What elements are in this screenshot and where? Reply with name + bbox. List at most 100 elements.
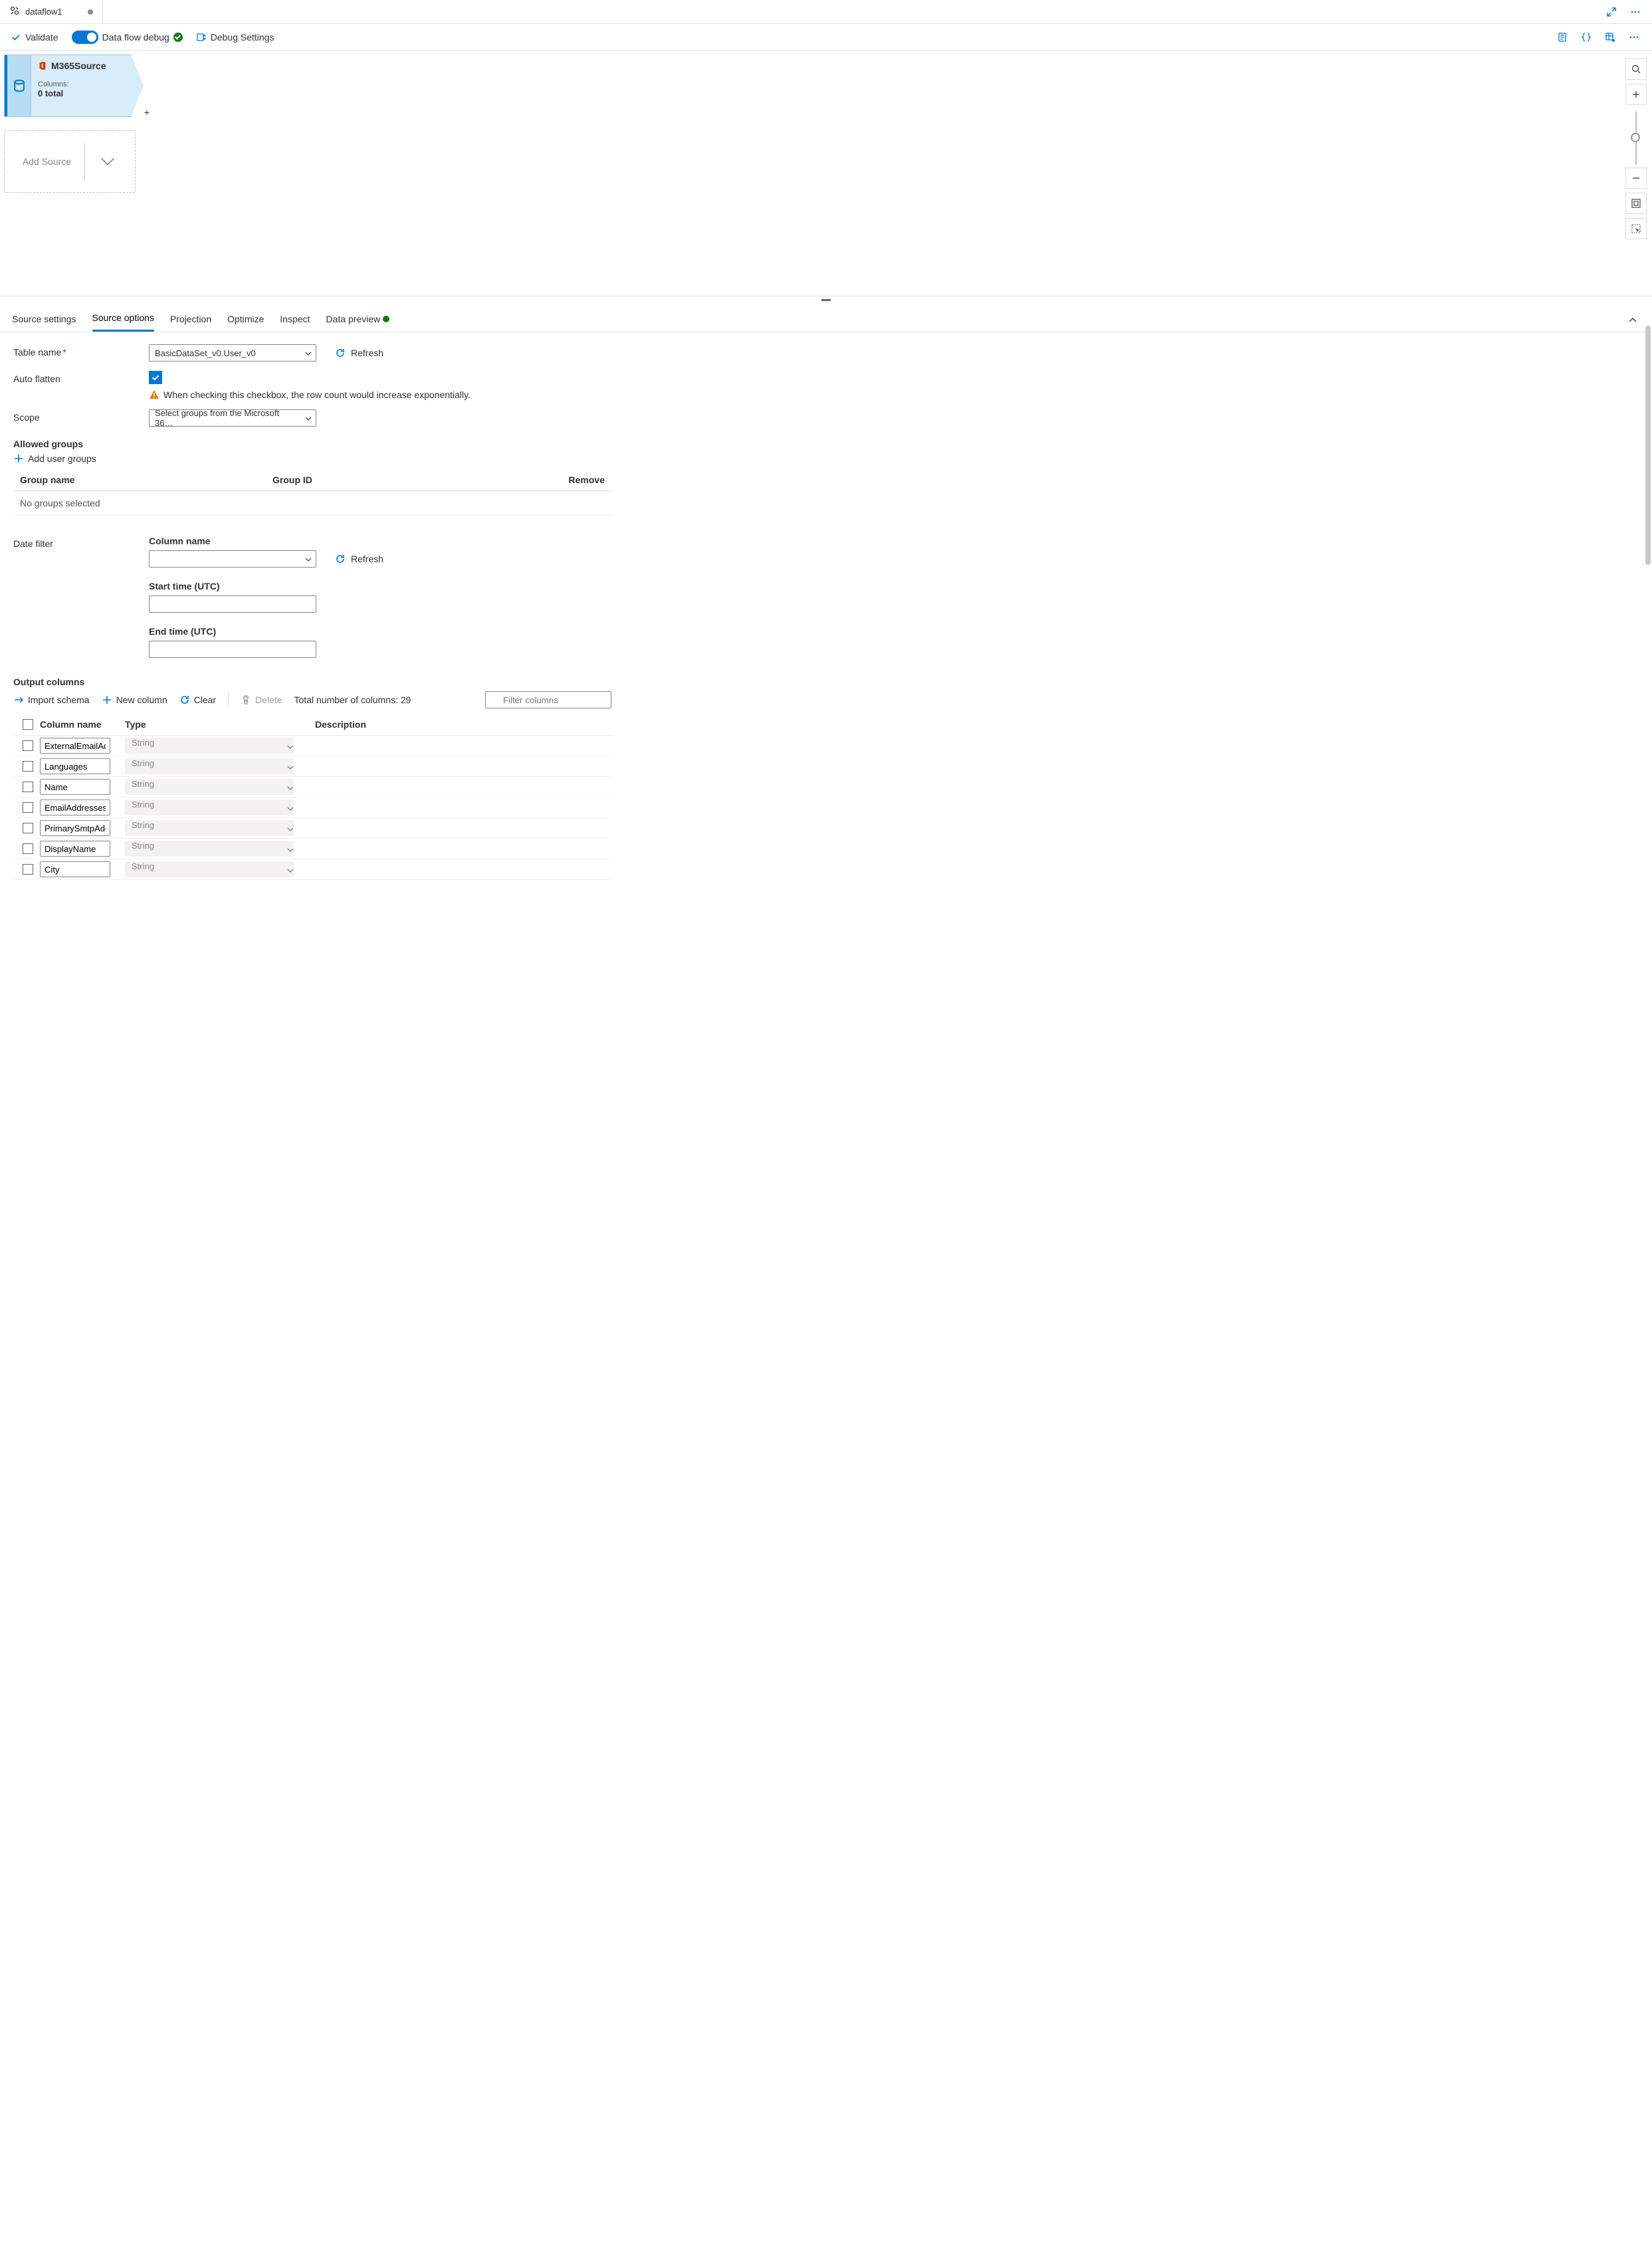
row-checkbox[interactable] bbox=[23, 843, 33, 854]
zoom-in-button[interactable] bbox=[1625, 84, 1647, 105]
row-checkbox[interactable] bbox=[23, 740, 33, 751]
source-columns-count: 0 total bbox=[38, 88, 124, 98]
column-type-select[interactable]: String bbox=[125, 779, 294, 795]
row-checkbox[interactable] bbox=[23, 761, 33, 772]
notes-icon[interactable] bbox=[1555, 30, 1570, 45]
refresh-columns-button[interactable]: Refresh bbox=[335, 554, 383, 564]
chevron-down-icon bbox=[287, 764, 294, 771]
office-icon bbox=[38, 61, 47, 70]
row-checkbox[interactable] bbox=[23, 864, 33, 875]
tab-bar: dataflow1 bbox=[0, 0, 1652, 24]
add-source-label: Add Source bbox=[23, 156, 71, 167]
end-time-label: End time (UTC) bbox=[149, 626, 383, 637]
panel-tabs: Source settings Source options Projectio… bbox=[0, 303, 1652, 332]
add-step-icon[interactable]: + bbox=[144, 107, 150, 118]
tab-source-options[interactable]: Source options bbox=[92, 308, 154, 332]
add-user-groups-button[interactable]: Add user groups bbox=[13, 453, 96, 464]
tab-source-settings[interactable]: Source settings bbox=[12, 310, 76, 331]
column-name-input[interactable] bbox=[40, 800, 110, 815]
panel-drag-handle[interactable] bbox=[0, 296, 1652, 303]
canvas-tools bbox=[1625, 58, 1647, 243]
row-checkbox[interactable] bbox=[23, 802, 33, 813]
scope-label: Scope bbox=[13, 409, 149, 423]
dirty-indicator-icon bbox=[88, 9, 93, 15]
source-columns-label: Columns: bbox=[38, 80, 124, 88]
refresh-table-button[interactable]: Refresh bbox=[335, 348, 383, 358]
clear-button[interactable]: Clear bbox=[179, 695, 216, 705]
column-type-select[interactable]: String bbox=[125, 758, 294, 774]
column-name-input[interactable] bbox=[40, 841, 110, 857]
auto-flatten-label: Auto flatten bbox=[13, 371, 149, 384]
source-node-handle bbox=[5, 55, 31, 116]
tab-optimize[interactable]: Optimize bbox=[227, 310, 264, 331]
zoom-slider[interactable] bbox=[1635, 112, 1637, 165]
scope-select[interactable]: Select groups from the Microsoft 36… bbox=[149, 409, 316, 427]
debug-settings-label: Debug Settings bbox=[211, 32, 274, 43]
canvas[interactable]: M365Source Columns: 0 total + Add Source bbox=[0, 51, 1652, 296]
table-name-select[interactable]: BasicDataSet_v0.User_v0 bbox=[149, 344, 316, 362]
chevron-down-icon bbox=[287, 805, 294, 812]
column-name-input[interactable] bbox=[40, 861, 110, 877]
select-all-checkbox[interactable] bbox=[23, 719, 33, 730]
expand-icon[interactable] bbox=[1604, 5, 1619, 19]
collapse-panel-icon[interactable] bbox=[1625, 313, 1640, 328]
row-checkbox[interactable] bbox=[23, 782, 33, 792]
date-filter-column-select[interactable] bbox=[149, 550, 316, 568]
debug-toggle[interactable]: Data flow debug bbox=[72, 31, 183, 44]
column-name-input[interactable] bbox=[40, 758, 110, 774]
zoom-out-button[interactable] bbox=[1625, 167, 1647, 189]
auto-flatten-warning: When checking this checkbox, the row cou… bbox=[163, 389, 470, 400]
add-source-button[interactable]: Add Source bbox=[4, 130, 136, 193]
warning-icon bbox=[149, 389, 159, 400]
tab-data-preview[interactable]: Data preview bbox=[326, 310, 390, 331]
preview-status-icon bbox=[383, 316, 389, 322]
more-icon[interactable] bbox=[1628, 5, 1643, 19]
group-id-header: Group ID bbox=[272, 475, 552, 485]
tab-inspect[interactable]: Inspect bbox=[280, 310, 310, 331]
start-time-label: Start time (UTC) bbox=[149, 581, 383, 591]
end-time-input[interactable] bbox=[149, 641, 316, 658]
column-type-select[interactable]: String bbox=[125, 861, 294, 877]
chevron-down-icon bbox=[287, 867, 294, 874]
table-row: String bbox=[13, 777, 611, 798]
column-name-input[interactable] bbox=[40, 820, 110, 836]
tab-dataflow1[interactable]: dataflow1 bbox=[0, 0, 103, 23]
chevron-down-icon bbox=[287, 785, 294, 792]
source-node[interactable]: M365Source Columns: 0 total + bbox=[4, 54, 132, 117]
table-name-label: Table name bbox=[13, 347, 61, 358]
dataflow-icon bbox=[9, 5, 20, 18]
remove-header: Remove bbox=[552, 475, 605, 485]
delete-button: Delete bbox=[241, 695, 282, 705]
scrollbar[interactable] bbox=[1645, 326, 1651, 565]
row-checkbox[interactable] bbox=[23, 823, 33, 833]
table-row: String bbox=[13, 798, 611, 818]
validate-label: Validate bbox=[25, 32, 58, 43]
table-row: String bbox=[13, 736, 611, 756]
new-column-button[interactable]: New column bbox=[102, 695, 167, 705]
start-time-input[interactable] bbox=[149, 595, 316, 613]
output-columns-toolbar: Import schema New column Clear Delete To… bbox=[13, 691, 611, 708]
column-type-select[interactable]: String bbox=[125, 800, 294, 815]
chevron-down-icon bbox=[305, 350, 312, 357]
chevron-down-icon bbox=[305, 415, 312, 422]
search-canvas-button[interactable] bbox=[1625, 58, 1647, 80]
column-name-input[interactable] bbox=[40, 779, 110, 795]
data-icon[interactable] bbox=[1603, 30, 1617, 45]
source-node-title: M365Source bbox=[51, 60, 106, 71]
chevron-down-icon bbox=[287, 847, 294, 853]
import-schema-button[interactable]: Import schema bbox=[13, 695, 90, 705]
debug-settings-button[interactable]: Debug Settings bbox=[196, 32, 274, 43]
more-toolbar-icon[interactable] bbox=[1627, 30, 1641, 45]
fit-screen-button[interactable] bbox=[1625, 193, 1647, 214]
column-type-select[interactable]: String bbox=[125, 738, 294, 754]
auto-flatten-checkbox[interactable] bbox=[149, 371, 162, 384]
filter-columns-input[interactable] bbox=[485, 691, 611, 708]
tab-projection[interactable]: Projection bbox=[170, 310, 211, 331]
select-mode-button[interactable] bbox=[1625, 218, 1647, 239]
column-type-select[interactable]: String bbox=[125, 820, 294, 836]
column-name-input[interactable] bbox=[40, 738, 110, 754]
validate-button[interactable]: Validate bbox=[11, 32, 58, 43]
braces-icon[interactable] bbox=[1579, 30, 1594, 45]
toolbar: Validate Data flow debug Debug Settings bbox=[0, 24, 1652, 51]
column-type-select[interactable]: String bbox=[125, 841, 294, 857]
